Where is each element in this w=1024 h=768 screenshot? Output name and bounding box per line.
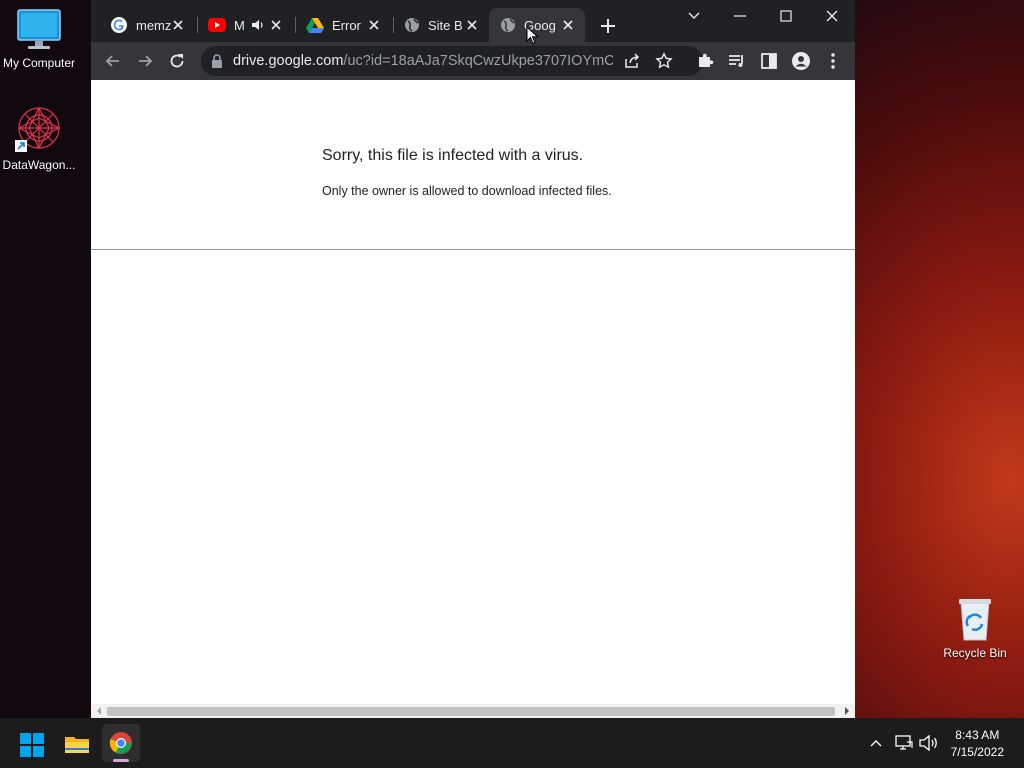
tab-title: Error: [332, 17, 361, 33]
maximize-icon[interactable]: [771, 4, 801, 28]
tab-youtube[interactable]: M: [197, 8, 293, 42]
star-bookmark-icon[interactable]: [655, 52, 673, 70]
youtube-icon: [208, 18, 226, 32]
network-icon[interactable]: [895, 734, 913, 752]
tab-strip: memz M Error Site Bl Googl: [91, 0, 855, 42]
close-icon[interactable]: [559, 16, 577, 34]
monitor-icon: [17, 9, 61, 49]
volume-speaker-icon[interactable]: [919, 734, 939, 752]
globe-icon: [405, 18, 419, 32]
tab-search-chevron-icon[interactable]: [679, 4, 709, 28]
url-text: drive.google.com/uc?id=18aAJa7SkqCwzUkpe…: [233, 53, 613, 69]
globe-icon: [501, 18, 515, 32]
recycle-bin-icon: [959, 599, 991, 641]
file-explorer-icon[interactable]: [64, 733, 90, 755]
windows-start-icon[interactable]: [20, 733, 44, 757]
back-arrow-icon[interactable]: [103, 51, 123, 71]
virus-error-subtitle: Only the owner is allowed to download in…: [322, 184, 612, 198]
datawagon-icon: [15, 106, 61, 152]
desktop-icon-label: My Computer: [2, 56, 76, 70]
browser-window: memz M Error Site Bl Googl drive.google.…: [91, 0, 855, 718]
new-tab-plus-icon[interactable]: [598, 16, 618, 36]
divider: [91, 249, 855, 250]
reload-icon[interactable]: [167, 51, 187, 71]
chrome-icon: [109, 732, 132, 754]
scroll-left-arrow-icon[interactable]: [94, 706, 104, 716]
tab-title: memz: [136, 17, 172, 33]
forward-arrow-icon[interactable]: [135, 51, 155, 71]
desktop-icon-label: Recycle Bin: [943, 646, 1007, 660]
scrollbar-thumb[interactable]: [107, 707, 835, 716]
tab-title: Site Bl: [428, 17, 462, 33]
close-icon[interactable]: [169, 16, 187, 34]
speaker-icon[interactable]: [251, 18, 265, 32]
desktop-icon-datawagon[interactable]: DataWagon...: [0, 104, 80, 172]
profile-avatar-icon[interactable]: [791, 51, 811, 71]
virus-error-title: Sorry, this file is infected with a viru…: [322, 147, 584, 164]
address-bar[interactable]: drive.google.com/uc?id=18aAJa7SkqCwzUkpe…: [201, 46, 703, 76]
tab-site-blocked[interactable]: Site Bl: [393, 8, 489, 42]
browser-toolbar: drive.google.com/uc?id=18aAJa7SkqCwzUkpe…: [91, 42, 855, 80]
lock-icon[interactable]: [210, 53, 224, 69]
menu-kebab-icon[interactable]: [823, 51, 843, 71]
horizontal-scrollbar[interactable]: [91, 704, 855, 718]
show-hidden-icons-chevron-icon[interactable]: [869, 738, 883, 748]
media-queue-icon[interactable]: [727, 51, 747, 71]
tab-title: M: [234, 17, 245, 33]
close-icon[interactable]: [463, 16, 481, 34]
taskbar-chrome-button[interactable]: [102, 724, 140, 762]
url-path: /uc?id=18aAJa7SkqCwzUkpe3707IOYmCD...: [343, 53, 613, 69]
tab-memz[interactable]: memz: [99, 8, 195, 42]
taskbar-clock[interactable]: 8:43 AM 7/15/2022: [951, 727, 1004, 761]
side-panel-icon[interactable]: [759, 51, 779, 71]
minimize-icon[interactable]: [725, 4, 755, 28]
close-icon[interactable]: [365, 16, 383, 34]
share-icon[interactable]: [623, 52, 641, 70]
clock-date: 7/15/2022: [950, 745, 1004, 759]
url-host: drive.google.com: [233, 53, 344, 69]
desktop-icon-label: DataWagon...: [2, 158, 76, 172]
taskbar: 8:43 AM 7/15/2022: [0, 718, 1024, 768]
extensions-puzzle-icon[interactable]: [695, 51, 715, 71]
close-icon[interactable]: [267, 16, 285, 34]
clock-time: 8:43 AM: [955, 728, 1000, 742]
google-g-icon: [111, 17, 127, 33]
active-app-indicator: [113, 759, 129, 762]
mouse-cursor-icon: [526, 26, 539, 45]
page-content: Sorry, this file is infected with a viru…: [91, 80, 855, 704]
desktop-icon-recycle-bin[interactable]: Recycle Bin: [934, 596, 1016, 660]
google-drive-icon: [306, 18, 324, 33]
close-window-icon[interactable]: [817, 4, 847, 28]
desktop-icon-my-computer[interactable]: My Computer: [0, 8, 80, 70]
tab-error[interactable]: Error: [295, 8, 391, 42]
scroll-right-arrow-icon[interactable]: [842, 706, 852, 716]
